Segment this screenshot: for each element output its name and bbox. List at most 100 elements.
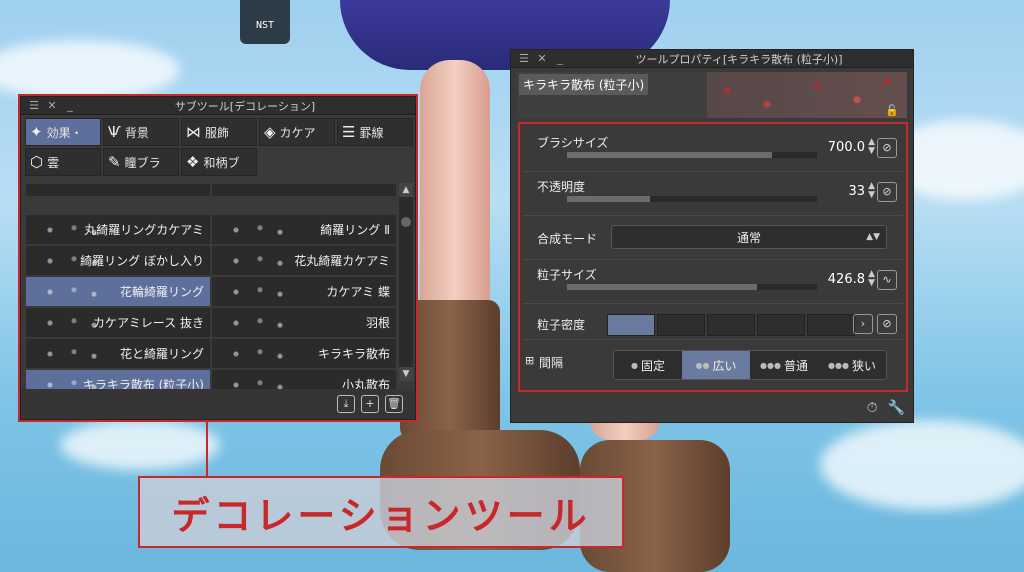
dots-icon: ●●● [828, 360, 849, 370]
tab-cloud[interactable]: ⬡ 雲 [25, 148, 101, 176]
minimize-icon[interactable]: _ [63, 99, 77, 112]
stepper-icon[interactable]: ▲ ▼ [868, 182, 875, 200]
stepper-icon[interactable]: ▲ ▼ [868, 270, 875, 288]
subtool-titlebar: ☰ ✕ _ サブツール[デコレーション] [21, 97, 415, 115]
particle-density-label: 粒子密度 [537, 318, 586, 332]
scroll-thumb[interactable] [401, 217, 411, 227]
interval-wide[interactable]: ●● 広い [682, 351, 750, 379]
list-item[interactable]: 花輪綺羅リング [25, 276, 211, 307]
tab-ruled-line[interactable]: ☰ 罫線 [337, 118, 413, 146]
blend-mode-row: 合成モード 通常 ▲▼ [523, 216, 903, 260]
opacity-slider[interactable] [567, 196, 817, 202]
lines-icon: ☰ [342, 123, 356, 141]
list-item[interactable]: カケアミレース 抜き [25, 307, 211, 338]
tab-clothing[interactable]: ⋈ 服飾 [181, 118, 257, 146]
preview-name: キラキラ散布 (粒子小) [519, 74, 649, 95]
trash-icon[interactable]: 🗑 [385, 395, 403, 413]
tab-kakeami[interactable]: ◈ カケア [259, 118, 335, 146]
list-item[interactable]: 綺羅リング ぼかし入り [25, 245, 211, 276]
cloud-bg [0, 40, 180, 100]
brush-preview [220, 343, 300, 365]
ribbon-icon: ⋈ [186, 123, 201, 141]
pressure-curve-icon[interactable]: ∿ [877, 270, 897, 290]
list-item[interactable]: キラキラ散布 [211, 338, 397, 369]
brush-preview [34, 343, 114, 365]
brush-preview [220, 250, 300, 272]
interval-normal[interactable]: ●●● 普通 [750, 351, 818, 379]
density-segment[interactable] [807, 314, 855, 336]
unlock-icon[interactable]: 🔓 [885, 104, 899, 117]
density-segment[interactable] [757, 314, 805, 336]
list-scrollbar[interactable]: ▲ ▼ [399, 183, 413, 381]
opacity-value[interactable]: 33 [848, 184, 865, 199]
pressure-toggle-icon[interactable]: ⊘ [877, 138, 897, 158]
slider-fill [567, 284, 757, 290]
particle-size-row: 粒子サイズ 426.8 ▲ ▼ ∿ [523, 260, 903, 304]
list-item[interactable]: カケアミ 蝶 [211, 276, 397, 307]
toolprop-titlebar: ☰ ✕ _ ツールプロパティ[キラキラ散布 (粒子小)] [511, 50, 913, 68]
density-segment[interactable] [657, 314, 705, 336]
sparkle-icon: ✦ [30, 123, 43, 141]
duplicate-icon[interactable]: + [361, 395, 379, 413]
list-item-partial[interactable] [25, 183, 211, 197]
chevron-right-icon[interactable]: › [853, 314, 873, 334]
brush-size-slider[interactable] [567, 152, 817, 158]
particle-density-row: 粒子密度 › ⊘ [523, 304, 903, 340]
interval-row: ⊞ 間隔 ● 固定 ●● 広い ●●● 普通 ●●● 狭い [523, 340, 903, 388]
density-segment[interactable] [607, 314, 655, 336]
spray-can: NST [240, 0, 290, 44]
brush-preview [220, 219, 300, 241]
chevron-down-icon[interactable]: ▼ [399, 367, 413, 381]
list-item[interactable]: 羽根 [211, 307, 397, 338]
lattice-icon: ◈ [264, 123, 276, 141]
list-item-partial[interactable] [211, 183, 397, 197]
particle-size-label: 粒子サイズ [537, 268, 597, 282]
wrench-icon[interactable]: 🔧 [888, 400, 905, 416]
list-item[interactable]: 花丸綺羅カケアミ [211, 245, 397, 276]
pressure-toggle-icon[interactable]: ⊘ [877, 182, 897, 202]
opacity-row: 不透明度 33 ▲ ▼ ⊘ [523, 172, 903, 216]
menu-icon[interactable]: ☰ [517, 52, 531, 65]
list-item[interactable]: 花と綺羅リング [25, 338, 211, 369]
interval-fixed[interactable]: ● 固定 [614, 351, 682, 379]
expand-icon[interactable]: ⊞ [525, 354, 534, 367]
grass-icon: Ѱ [108, 123, 121, 141]
close-icon[interactable]: ✕ [535, 52, 549, 65]
chevron-up-icon[interactable]: ▲ [399, 183, 413, 197]
reset-icon[interactable]: ⏱ [867, 400, 878, 416]
particle-density-segments[interactable] [607, 314, 855, 336]
pressure-toggle-icon[interactable]: ⊘ [877, 314, 897, 334]
particle-size-value[interactable]: 426.8 [828, 272, 865, 287]
subtool-footer: ⤓ + 🗑 [21, 389, 415, 419]
import-icon[interactable]: ⤓ [337, 395, 355, 413]
tab-background[interactable]: Ѱ 背景 [103, 118, 179, 146]
brush-stroke-preview [707, 72, 907, 118]
dot-icon: ● [631, 360, 638, 370]
density-segment[interactable] [707, 314, 755, 336]
subtool-panel: ☰ ✕ _ サブツール[デコレーション] ✦ 効果・ Ѱ 背景 ⋈ 服飾 ◈ カケア ☰… [20, 96, 416, 420]
cloud-bg [820, 420, 1024, 510]
close-icon[interactable]: ✕ [45, 99, 59, 112]
chevron-updown-icon: ▲▼ [866, 232, 880, 242]
subtool-list: 丸綺羅リングカケアミ 綺羅リング Ⅱ 綺羅リング ぼかし入り 花丸綺羅カケアミ … [25, 183, 413, 483]
callout-connector [206, 420, 208, 476]
blend-mode-select[interactable]: 通常 ▲▼ [611, 225, 887, 249]
list-item[interactable]: 綺羅リング Ⅱ [211, 214, 397, 245]
minimize-icon[interactable]: _ [553, 52, 567, 65]
tab-japanese-pattern[interactable]: ❖ 和柄ブ [181, 148, 257, 176]
tab-eye-brush[interactable]: ✎ 瞳ブラ [103, 148, 179, 176]
brush-icon: ✎ [108, 153, 121, 171]
toolprop-title: ツールプロパティ[キラキラ散布 (粒子小)] [635, 52, 843, 66]
pattern-icon: ❖ [186, 153, 200, 171]
list-item[interactable]: 丸綺羅リングカケアミ [25, 214, 211, 245]
subtool-title: サブツール[デコレーション] [174, 99, 316, 113]
particle-size-slider[interactable] [567, 284, 817, 290]
tab-effect[interactable]: ✦ 効果・ [25, 118, 101, 146]
toolprop-footer: ⏱ 🔧 [867, 400, 905, 416]
caption-box: デコレーションツール [138, 476, 624, 548]
caption-text: デコレーションツール [171, 492, 591, 538]
menu-icon[interactable]: ☰ [27, 99, 41, 112]
brush-size-value[interactable]: 700.0 [828, 140, 865, 155]
interval-narrow[interactable]: ●●● 狭い [818, 351, 886, 379]
stepper-icon[interactable]: ▲ ▼ [868, 138, 875, 156]
